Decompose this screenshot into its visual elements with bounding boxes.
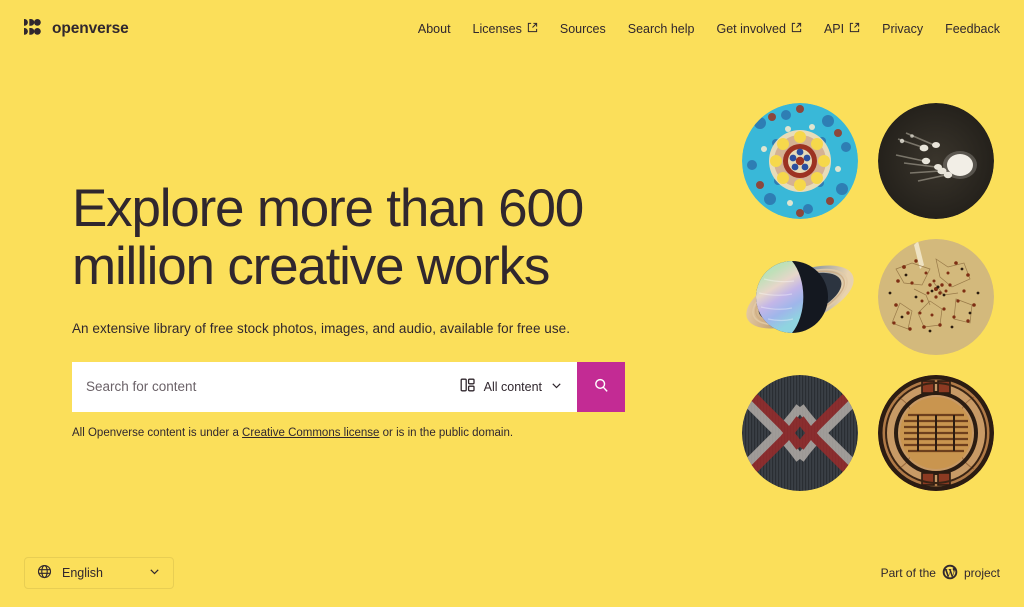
license-note-suffix: or is in the public domain. xyxy=(379,426,514,439)
main-navigation: About Licenses Sources Search help Get i… xyxy=(418,22,1000,36)
globe-icon xyxy=(37,564,52,582)
collage-image-antique-star-chart[interactable] xyxy=(878,239,994,355)
nav-item-label: Get involved xyxy=(716,22,786,36)
content-type-label: All content xyxy=(483,379,542,394)
nav-item-label: Sources xyxy=(559,22,606,36)
license-note-prefix: All Openverse content is under a xyxy=(72,426,243,439)
nav-item-privacy[interactable]: Privacy xyxy=(882,22,923,36)
page-title: Explore more than 600 million creative w… xyxy=(72,179,584,297)
search-submit-button[interactable] xyxy=(577,361,625,412)
search-bar: All content xyxy=(72,361,625,412)
nav-item-label: Feedback xyxy=(945,22,1000,36)
hero-subtitle: An extensive library of free stock photo… xyxy=(72,320,571,336)
nav-item-search-help[interactable]: Search help xyxy=(628,22,695,36)
nav-item-get-involved[interactable]: Get involved xyxy=(716,22,802,36)
collage-image-woven-textile-chevron[interactable] xyxy=(742,375,858,491)
site-header: openverse About Licenses Sources Search … xyxy=(0,0,1024,58)
chevron-down-icon xyxy=(148,565,161,581)
nav-item-label: About xyxy=(417,22,451,36)
external-link-icon xyxy=(849,22,860,36)
wordpress-icon xyxy=(942,564,958,583)
collage-image-iznik-ceramic-plate[interactable] xyxy=(742,103,858,219)
all-content-icon xyxy=(460,377,476,396)
nav-item-label: API xyxy=(823,22,845,36)
external-link-icon xyxy=(791,22,802,36)
license-note: All Openverse content is under a Creativ… xyxy=(72,427,652,439)
image-collage xyxy=(742,103,994,491)
nav-item-licenses[interactable]: Licenses xyxy=(473,22,538,36)
wordpress-project-note: Part of the project xyxy=(881,564,1000,583)
content-type-switcher[interactable]: All content xyxy=(454,362,577,412)
hero-section: Explore more than 600 million creative w… xyxy=(72,179,652,439)
openverse-logo-mark-icon xyxy=(24,18,43,40)
collage-image-ringed-planet[interactable] xyxy=(742,239,858,355)
chevron-down-icon xyxy=(550,379,563,395)
wordpress-note-suffix: project xyxy=(963,566,1000,580)
collage-image-comet-astronomical-plate[interactable] xyxy=(878,103,994,219)
nav-item-label: Search help xyxy=(627,22,695,36)
nav-item-api[interactable]: API xyxy=(824,22,860,36)
nav-item-label: Privacy xyxy=(882,22,924,36)
nav-item-sources[interactable]: Sources xyxy=(560,22,606,36)
wordpress-note-prefix: Part of the xyxy=(880,566,936,580)
nav-item-about[interactable]: About xyxy=(418,22,451,36)
nav-item-label: Licenses xyxy=(472,22,522,36)
search-icon xyxy=(593,377,610,397)
creative-commons-license-link[interactable]: Creative Commons license xyxy=(242,427,379,439)
language-selector[interactable]: English xyxy=(24,557,174,589)
site-footer: English Part of the project xyxy=(0,539,1024,607)
language-label: English xyxy=(62,566,103,580)
brand-name: openverse xyxy=(52,20,129,37)
search-input[interactable] xyxy=(72,361,454,412)
collage-image-woven-basket-tray[interactable] xyxy=(878,375,994,491)
nav-item-feedback[interactable]: Feedback xyxy=(945,22,1000,36)
openverse-home-link[interactable]: openverse xyxy=(24,18,129,40)
external-link-icon xyxy=(527,22,538,36)
